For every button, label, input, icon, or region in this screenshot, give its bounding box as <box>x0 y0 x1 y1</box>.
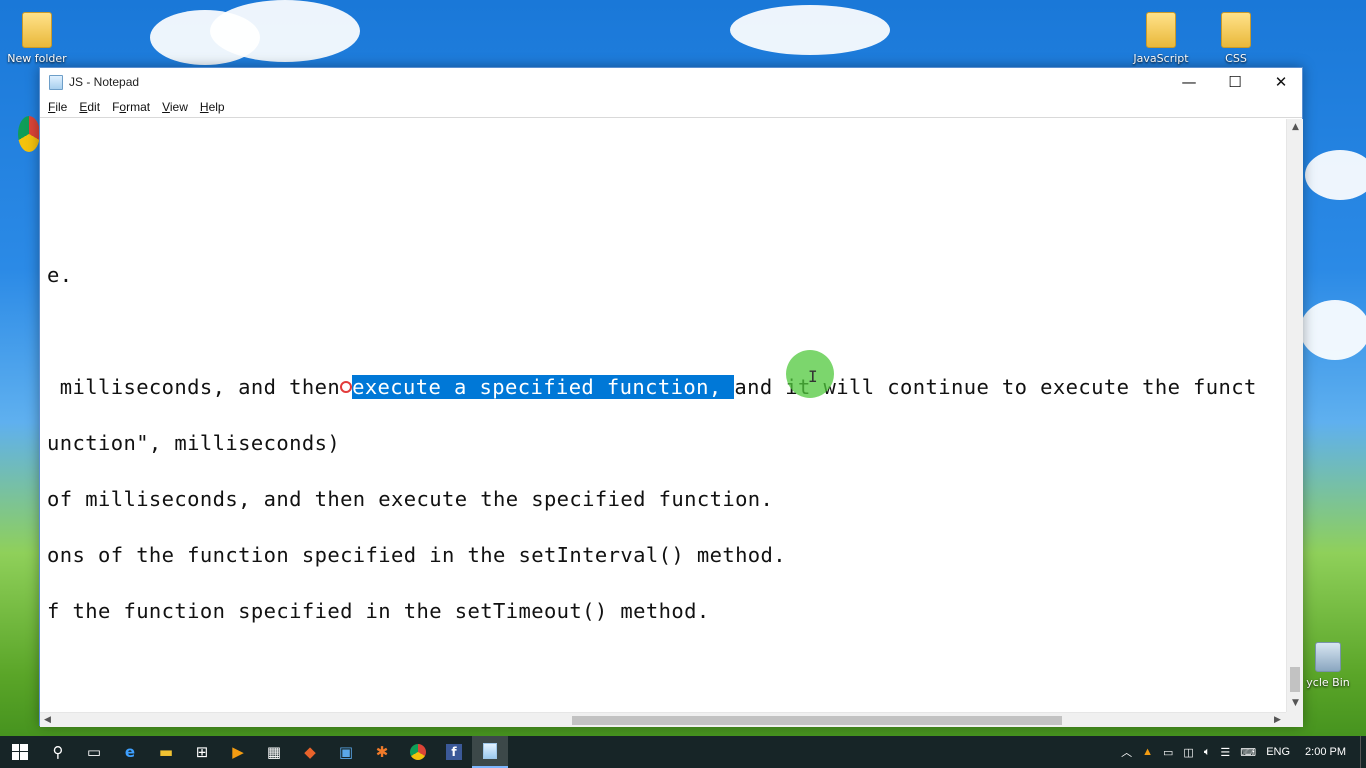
network-icon[interactable]: ◫ <box>1178 746 1198 759</box>
scroll-left-icon[interactable]: ◀ <box>40 713 55 728</box>
desktop-cloud <box>210 0 360 62</box>
scroll-up-icon[interactable]: ▲ <box>1287 119 1304 136</box>
maximize-button[interactable]: ☐ <box>1212 68 1258 96</box>
desktop-icon-new-folder[interactable]: New folder <box>2 12 72 65</box>
language-indicator[interactable]: ENG <box>1261 746 1295 758</box>
selected-text: execute a specified function, <box>352 375 735 399</box>
desktop-icon-label: ycle Bin <box>1306 676 1350 689</box>
window-title: JS - Notepad <box>69 75 140 89</box>
scrollbar-corner <box>1286 712 1303 727</box>
keyboard-icon[interactable]: ⌨ <box>1235 746 1261 759</box>
menu-file[interactable]: File <box>46 100 73 114</box>
desktop-icon-javascript[interactable]: JavaScript <box>1126 12 1196 65</box>
scroll-down-icon[interactable]: ▼ <box>1287 695 1304 712</box>
search-icon[interactable]: ⚲ <box>40 736 76 768</box>
close-button[interactable]: ✕ <box>1258 68 1304 96</box>
desktop-icon-label: CSS <box>1225 52 1247 65</box>
notification-icon[interactable]: ☰ <box>1215 746 1235 759</box>
notepad-app-icon <box>49 75 63 90</box>
editor-line: of milliseconds, and then execute the sp… <box>47 487 774 511</box>
title-bar[interactable]: JS - Notepad — ☐ ✕ <box>40 68 1302 96</box>
taskbar: ⚲ ▭ e ▬ ⊞ ▶ ▦ ◆ ▣ ✱ f ︿ ▲ ▭ ◫ 🔈︎ ☰ ⌨ ENG… <box>0 736 1366 768</box>
menu-view[interactable]: View <box>160 100 194 114</box>
battery-icon[interactable]: ▭ <box>1158 746 1178 759</box>
media-player-icon[interactable]: ▶ <box>220 736 256 768</box>
windows-start-icon[interactable] <box>0 736 40 768</box>
editor-line: unction", milliseconds) <box>47 431 341 455</box>
folder-icon <box>1146 12 1176 48</box>
desktop-cloud <box>1305 150 1366 200</box>
outlook-icon[interactable]: ▣ <box>328 736 364 768</box>
task-view-icon[interactable]: ▭ <box>76 736 112 768</box>
text-cursor-icon: I <box>808 367 818 386</box>
desktop-icon-label: JavaScript <box>1133 52 1189 65</box>
facebook-icon[interactable]: f <box>436 736 472 768</box>
desktop-icon-recycle-bin[interactable]: ycle Bin <box>1293 642 1363 689</box>
horizontal-scroll-thumb[interactable] <box>572 716 1062 725</box>
chrome-icon[interactable] <box>400 736 436 768</box>
desktop-cloud <box>730 5 890 55</box>
click-indicator-icon <box>340 380 353 393</box>
editor-line-with-selection: milliseconds, and then execute a specifie… <box>47 375 1257 399</box>
menu-edit[interactable]: Edit <box>77 100 106 114</box>
chrome-desktop-icon[interactable] <box>18 116 40 152</box>
folder-icon <box>1221 12 1251 48</box>
menu-help[interactable]: Help <box>198 100 231 114</box>
show-desktop-button[interactable] <box>1360 736 1366 768</box>
minimize-button[interactable]: — <box>1166 68 1212 96</box>
editor-line: ons of the function specified in the set… <box>47 543 787 567</box>
editor-line: e. <box>47 263 73 287</box>
editor-line: f the function specified in the setTimeo… <box>47 599 710 623</box>
horizontal-scrollbar[interactable]: ◀ ▶ <box>40 712 1286 727</box>
game-icon[interactable]: ◆ <box>292 736 328 768</box>
vertical-scroll-thumb[interactable] <box>1290 667 1300 692</box>
file-explorer-icon[interactable]: ▬ <box>148 736 184 768</box>
folder-icon <box>22 12 52 48</box>
vertical-scrollbar[interactable]: ▲ ▼ <box>1286 119 1303 712</box>
notepad-window: JS - Notepad — ☐ ✕ File Edit Format View… <box>39 67 1303 727</box>
store-icon[interactable]: ⊞ <box>184 736 220 768</box>
desktop-icon-css[interactable]: CSS <box>1201 12 1271 65</box>
desktop-cloud <box>1300 300 1366 360</box>
desktop-icon-label: New folder <box>7 52 67 65</box>
film-icon[interactable]: ▦ <box>256 736 292 768</box>
menu-format[interactable]: Format <box>110 100 156 114</box>
menu-bar: File Edit Format View Help <box>40 96 1302 118</box>
recycle-bin-icon <box>1315 642 1341 672</box>
show-hidden-icons-icon[interactable]: ︿ <box>1116 744 1137 760</box>
line-text: milliseconds, and then <box>47 375 341 399</box>
scroll-right-icon[interactable]: ▶ <box>1270 713 1285 728</box>
paint-icon[interactable]: ✱ <box>364 736 400 768</box>
text-editor-area[interactable]: e. milliseconds, and then execute a speci… <box>40 119 1286 712</box>
clock[interactable]: 2:00 PM <box>1295 746 1360 758</box>
notepad-taskbar-icon[interactable] <box>472 736 508 768</box>
volume-icon[interactable]: 🔈︎ <box>1199 746 1216 759</box>
system-tray: ︿ ▲ ▭ ◫ 🔈︎ ☰ ⌨ ENG 2:00 PM <box>1116 736 1366 768</box>
vlc-tray-icon[interactable]: ▲ <box>1137 746 1158 758</box>
edge-icon[interactable]: e <box>112 736 148 768</box>
